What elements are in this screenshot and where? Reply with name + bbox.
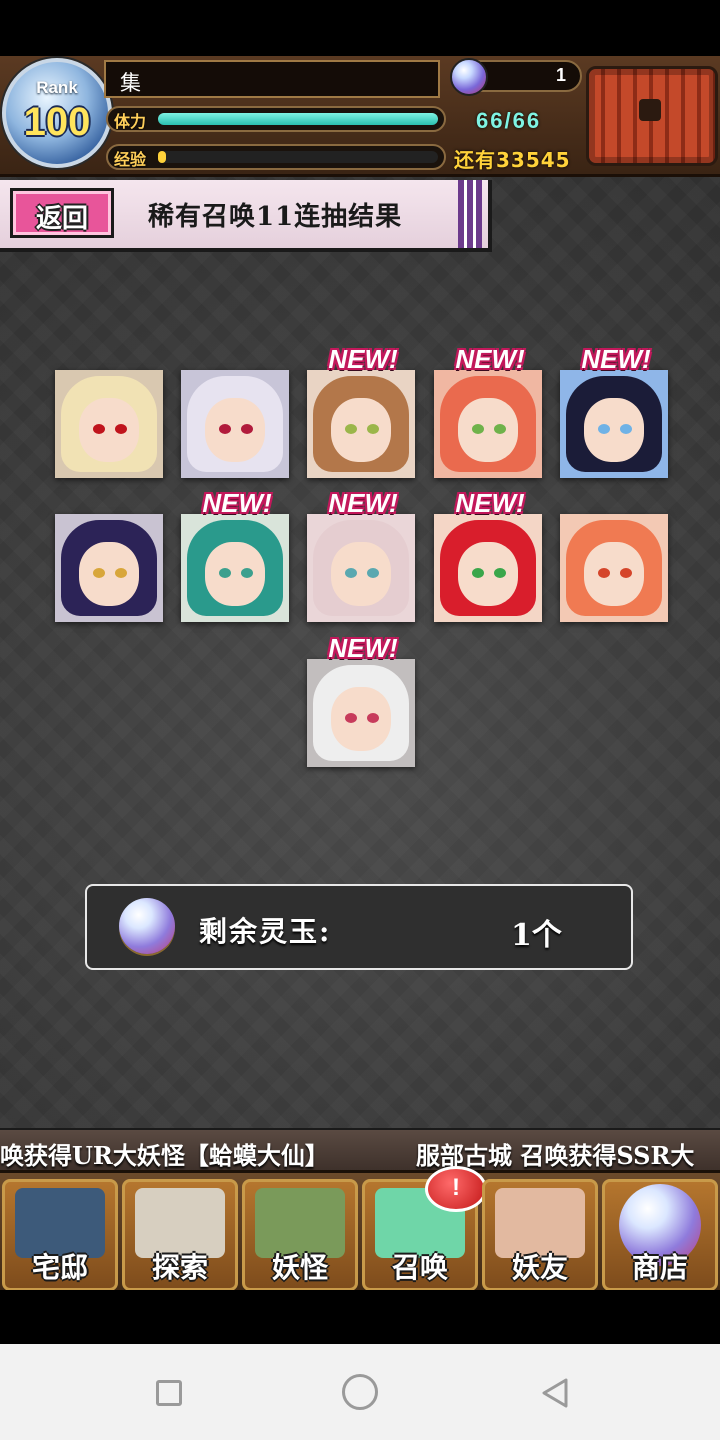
exp-fill bbox=[158, 151, 167, 163]
nav-item-2[interactable]: 妖怪 bbox=[242, 1179, 358, 1290]
character-portrait bbox=[181, 370, 289, 478]
status-bar bbox=[0, 0, 720, 56]
new-badge: NEW! bbox=[581, 344, 651, 374]
rank-value: 100 bbox=[23, 100, 91, 144]
result-card[interactable]: NEW! bbox=[307, 633, 415, 767]
stamina-label: 体力 bbox=[114, 112, 147, 131]
result-card[interactable]: NEW! bbox=[181, 488, 289, 622]
orb-count: 1 bbox=[555, 65, 566, 85]
character-portrait bbox=[55, 370, 163, 478]
character-portrait bbox=[307, 370, 415, 478]
back-button-label: 返回 bbox=[35, 204, 88, 234]
nav-label: 妖友 bbox=[511, 1251, 568, 1284]
result-card[interactable] bbox=[181, 370, 289, 478]
top-hud: Rank 100 集 体力 经验 1 66/66 还有33545 bbox=[0, 56, 720, 177]
nav-label: 召唤 bbox=[391, 1251, 448, 1284]
result-card[interactable]: NEW! bbox=[307, 344, 415, 478]
home-icon[interactable] bbox=[342, 1374, 378, 1410]
nav-item-3[interactable]: 召唤! bbox=[362, 1166, 487, 1290]
news-ticker: 唤获得UR大妖怪【蛤蟆大仙】 服部古城 召唤获得SSR大 bbox=[0, 1128, 720, 1172]
nav-item-1[interactable]: 探索 bbox=[122, 1179, 238, 1290]
result-card[interactable]: NEW! bbox=[434, 344, 542, 478]
result-card[interactable]: NEW! bbox=[307, 488, 415, 622]
player-name-box[interactable]: 集 bbox=[104, 60, 440, 98]
remaining-value: 1个 bbox=[511, 918, 562, 953]
orb-counter[interactable]: 1 bbox=[450, 58, 582, 96]
new-badge: NEW! bbox=[455, 344, 525, 374]
nav-item-5[interactable]: 商店 bbox=[602, 1179, 718, 1290]
bottom-nav: 宅邸 探索 妖怪 召唤! 妖友 商店 bbox=[0, 1166, 720, 1290]
exp-label: 经验 bbox=[114, 150, 147, 169]
recent-apps-icon[interactable] bbox=[156, 1380, 182, 1406]
character-portrait bbox=[307, 514, 415, 622]
player-name: 集 bbox=[120, 71, 141, 95]
result-card[interactable] bbox=[55, 370, 163, 478]
exp-remaining: 还有33545 bbox=[454, 148, 571, 172]
nav-label: 探索 bbox=[151, 1251, 208, 1284]
character-portrait bbox=[434, 370, 542, 478]
character-portrait bbox=[55, 514, 163, 622]
spirit-orb-icon bbox=[119, 898, 175, 954]
result-card[interactable]: NEW! bbox=[560, 344, 668, 478]
back-triangle-icon[interactable] bbox=[538, 1376, 572, 1410]
nav-label: 商店 bbox=[631, 1251, 688, 1284]
banner-decoration bbox=[458, 180, 482, 248]
exp-bar: 经验 bbox=[106, 144, 446, 170]
result-card[interactable] bbox=[560, 514, 668, 622]
nav-label: 宅邸 bbox=[31, 1251, 88, 1284]
rank-badge[interactable]: Rank 100 bbox=[2, 58, 112, 168]
new-badge: NEW! bbox=[202, 488, 272, 518]
character-portrait bbox=[560, 370, 668, 478]
character-portrait bbox=[560, 514, 668, 622]
alert-badge: ! bbox=[425, 1166, 487, 1212]
character-portrait bbox=[307, 659, 415, 767]
letterbox-strip bbox=[0, 1290, 720, 1344]
ticker-text-left: 唤获得UR大妖怪【蛤蟆大仙】 bbox=[0, 1141, 329, 1170]
stamina-bar: 体力 bbox=[106, 106, 446, 132]
new-badge: NEW! bbox=[328, 344, 398, 374]
new-badge: NEW! bbox=[328, 488, 398, 518]
stamina-value: 66/66 bbox=[476, 108, 542, 133]
game-screen: Rank 100 集 体力 经验 1 66/66 还有33545 返回 稀有召唤… bbox=[0, 56, 720, 1290]
page-title: 稀有召唤11连抽结果 bbox=[148, 202, 403, 232]
treasure-chest-icon[interactable] bbox=[586, 66, 718, 166]
new-badge: NEW! bbox=[455, 488, 525, 518]
nav-item-0[interactable]: 宅邸 bbox=[2, 1179, 118, 1290]
back-button[interactable]: 返回 bbox=[10, 188, 114, 238]
character-portrait bbox=[181, 514, 289, 622]
result-card[interactable]: NEW! bbox=[434, 488, 542, 622]
rank-label: Rank bbox=[36, 78, 78, 97]
result-banner: 返回 稀有召唤11连抽结果 bbox=[0, 180, 492, 252]
character-portrait bbox=[434, 514, 542, 622]
system-nav-bar bbox=[0, 1344, 720, 1440]
new-badge: NEW! bbox=[328, 633, 398, 663]
nav-label: 妖怪 bbox=[271, 1251, 328, 1284]
remaining-label: 剩余灵玉: bbox=[199, 915, 332, 948]
remaining-orbs-panel: 剩余灵玉: 1个 bbox=[85, 884, 633, 970]
nav-item-4[interactable]: 妖友 bbox=[482, 1179, 598, 1290]
stamina-fill bbox=[158, 113, 438, 125]
result-card[interactable] bbox=[55, 514, 163, 622]
spirit-orb-icon bbox=[450, 58, 488, 96]
